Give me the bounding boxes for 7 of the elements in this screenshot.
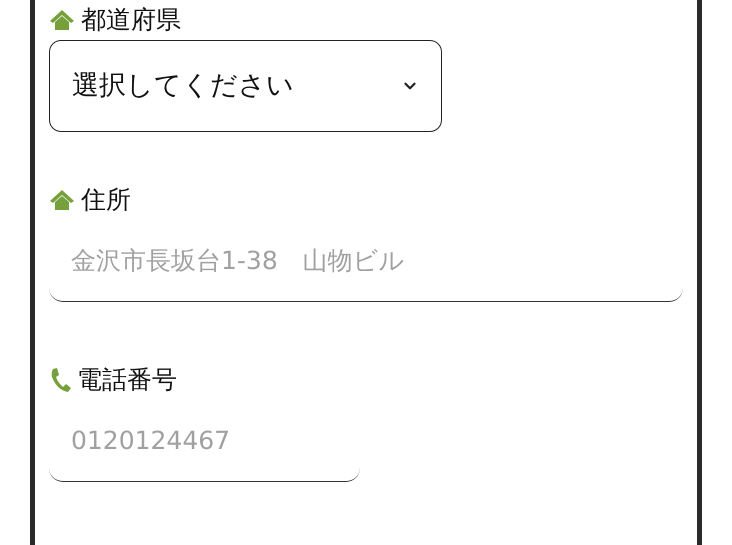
field-label: 住所 [81, 184, 131, 216]
field-label: 都道府県 [81, 4, 181, 36]
field-label: 電話番号 [77, 364, 177, 396]
house-icon [49, 9, 75, 31]
phone-icon [49, 367, 71, 393]
prefecture-select[interactable]: 選択してください [49, 40, 442, 132]
house-icon [49, 189, 75, 211]
